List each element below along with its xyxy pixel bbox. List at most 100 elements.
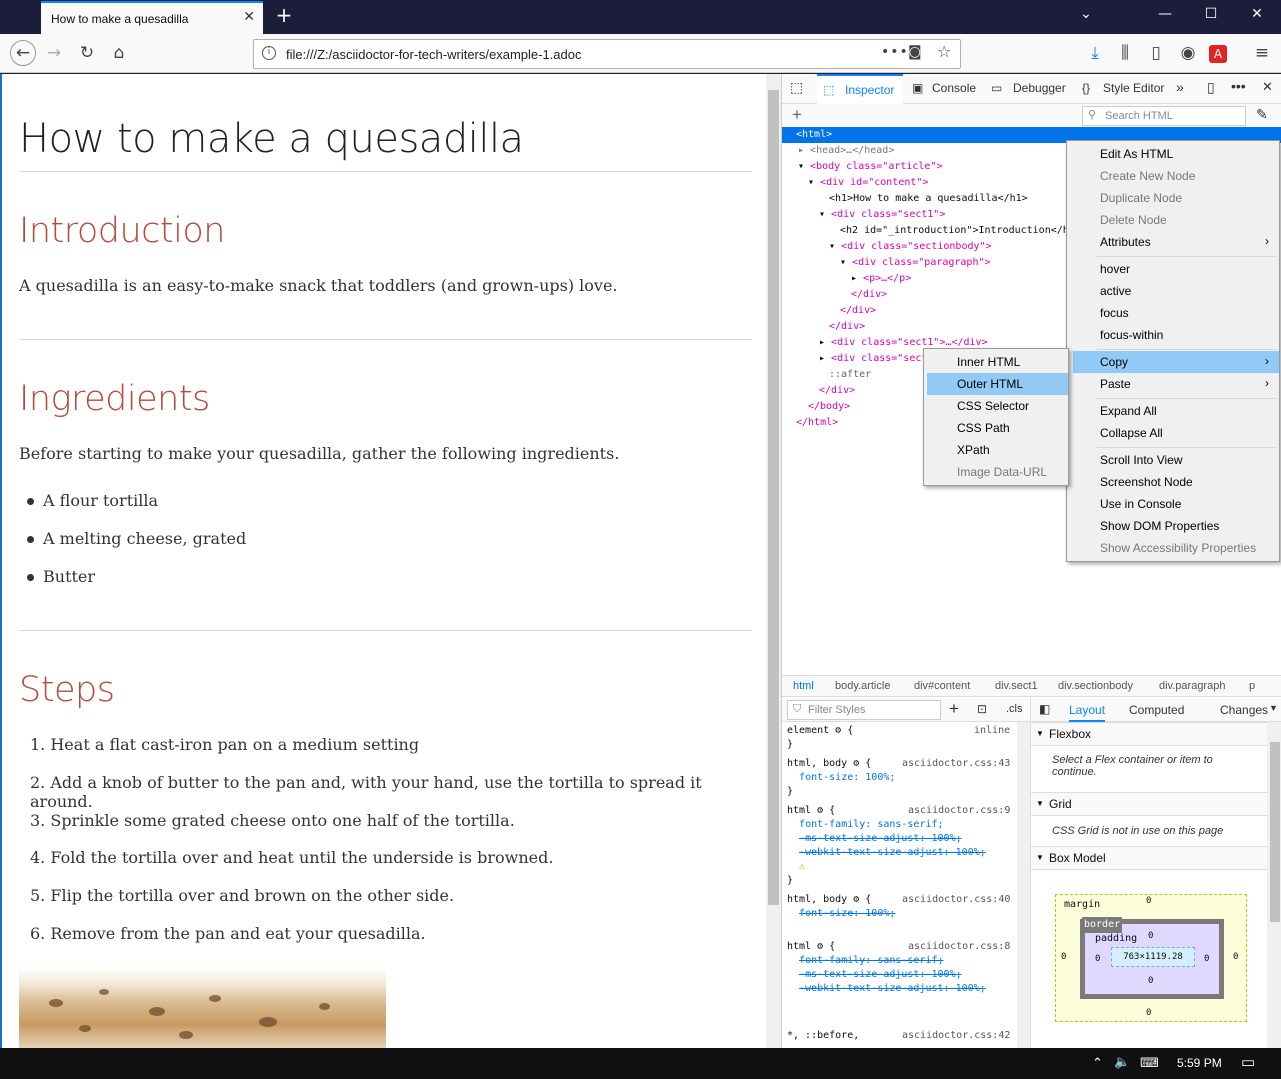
markup-node[interactable]: ::after xyxy=(829,367,871,383)
markup-node[interactable]: <h1>How to make a quesadilla</h1> xyxy=(829,191,1028,207)
page-actions-icon[interactable]: ••• xyxy=(881,44,909,60)
css-rule[interactable]: html, body ⚙ {asciidoctor.css:43 font-si… xyxy=(787,757,1010,799)
menu-item-expand-all[interactable]: Expand All xyxy=(1067,400,1279,422)
box-model-content-size[interactable]: 763×1119.28 xyxy=(1111,947,1195,967)
page-scrollbar[interactable] xyxy=(766,74,781,1048)
menu-item-scroll-into-view[interactable]: Scroll Into View xyxy=(1067,449,1279,471)
tab-debugger[interactable]: Debugger xyxy=(1013,81,1066,95)
reload-icon[interactable]: ↻ xyxy=(75,42,99,66)
pocket-icon[interactable]: ◙ xyxy=(908,44,922,60)
box-model-margin[interactable]: margin 0 0 0 0 border padding 0 0 0 0 76… xyxy=(1055,894,1247,1022)
markup-node[interactable]: ▾ <div class="sect1"> xyxy=(819,207,945,223)
minimize-button[interactable]: — xyxy=(1150,6,1180,28)
menu-item-delete-node[interactable]: Delete Node xyxy=(1067,209,1279,231)
breadcrumb-item[interactable]: div#content xyxy=(914,680,970,692)
asciidoctor-extension-icon[interactable]: A xyxy=(1209,45,1227,63)
maximize-button[interactable]: ☐ xyxy=(1196,6,1226,28)
menu-item-collapse-all[interactable]: Collapse All xyxy=(1067,422,1279,444)
menu-item-duplicate-node[interactable]: Duplicate Node xyxy=(1067,187,1279,209)
menu-item-screenshot-node[interactable]: Screenshot Node xyxy=(1067,471,1279,493)
markup-node[interactable]: <html> xyxy=(796,127,832,143)
tab-changes[interactable]: Changes xyxy=(1220,703,1268,717)
menu-item-show-dom-properties[interactable]: Show DOM Properties xyxy=(1067,515,1279,537)
menu-item-active[interactable]: active xyxy=(1067,280,1279,302)
markup-node[interactable]: ▾ <div class="sectionbody"> xyxy=(829,239,992,255)
markup-node[interactable]: ▸ <p>…</p> xyxy=(851,271,911,287)
breadcrumb-item[interactable]: div.sectionbody xyxy=(1058,680,1133,692)
css-rule[interactable]: html, body ⚙ {asciidoctor.css:40 font-si… xyxy=(787,893,1010,921)
markup-node[interactable]: </div> xyxy=(851,287,887,303)
info-icon[interactable]: i xyxy=(262,46,276,60)
tab-computed[interactable]: Computed xyxy=(1129,703,1184,717)
breadcrumb-item[interactable]: p xyxy=(1249,680,1255,692)
layout-scrollbar[interactable] xyxy=(1267,722,1281,1048)
search-html-input[interactable]: ⚲ Search HTML xyxy=(1082,106,1246,126)
css-rule[interactable]: *, ::before, asciidoctor.css:42 xyxy=(787,1029,1010,1043)
breadcrumb-item[interactable]: div.sect1 xyxy=(995,680,1038,692)
keyboard-icon[interactable]: ⌨ xyxy=(1140,1055,1159,1071)
menu-item-hover[interactable]: hover xyxy=(1067,258,1279,280)
menu-item-inner-html[interactable]: Inner HTML xyxy=(924,351,1068,373)
eyedropper-icon[interactable]: ✎ xyxy=(1256,106,1268,123)
rules-scrollbar[interactable] xyxy=(1017,722,1030,1048)
chevron-up-icon[interactable]: ⌃ xyxy=(1092,1055,1103,1071)
scrollbar-thumb[interactable] xyxy=(768,90,779,905)
breadcrumb-item[interactable]: div.paragraph xyxy=(1159,680,1225,692)
tab-inspector[interactable]: ⬚ Inspector xyxy=(817,74,903,104)
close-devtools-icon[interactable]: ✕ xyxy=(1262,79,1273,95)
menu-item-css-path[interactable]: CSS Path xyxy=(924,417,1068,439)
breadcrumb-item[interactable]: html xyxy=(793,680,814,692)
toggle-sidebar-icon[interactable]: ◧ xyxy=(1039,702,1050,716)
markup-node[interactable]: </html> xyxy=(796,415,838,431)
css-rule[interactable]: html ⚙ {asciidoctor.css:9 font-family: s… xyxy=(787,804,1010,888)
markup-node[interactable]: ▾ <div class="paragraph"> xyxy=(840,255,991,271)
volume-icon[interactable]: 🔈 xyxy=(1114,1054,1130,1070)
menu-item-use-in-console[interactable]: Use in Console xyxy=(1067,493,1279,515)
chevron-down-icon[interactable]: ▼ xyxy=(1269,703,1278,713)
menu-icon[interactable]: ≡ xyxy=(1250,42,1274,66)
flexbox-section[interactable]: ▼ Flexbox xyxy=(1031,722,1267,746)
markup-node[interactable]: </div> xyxy=(819,383,855,399)
element-picker-icon[interactable]: ⬚ xyxy=(790,79,803,96)
menu-item-focus[interactable]: focus xyxy=(1067,302,1279,324)
browser-tab[interactable]: How to make a quesadilla ✕ xyxy=(41,1,263,34)
tab-style-editor[interactable]: Style Editor xyxy=(1103,81,1164,95)
breadcrumb-item[interactable]: body.article xyxy=(835,680,890,692)
menu-item-copy[interactable]: Copy › xyxy=(1073,351,1279,373)
notification-icon[interactable]: ▭ xyxy=(1241,1053,1255,1071)
markup-node[interactable]: </div> xyxy=(829,319,865,335)
markup-node[interactable]: ▸ <div class="sect xyxy=(819,351,927,367)
grid-section[interactable]: ▼ Grid xyxy=(1031,792,1267,816)
menu-item-show-accessibility-properties[interactable]: Show Accessibility Properties xyxy=(1067,537,1279,559)
close-tab-icon[interactable]: ✕ xyxy=(243,9,255,25)
bookmark-star-icon[interactable]: ☆ xyxy=(937,42,951,61)
markup-node[interactable]: </body> xyxy=(808,399,850,415)
overflow-menu-icon[interactable]: ••• xyxy=(1231,78,1246,94)
menu-item-attributes[interactable]: Attributes › xyxy=(1067,231,1279,253)
cls-button[interactable]: .cls xyxy=(1006,703,1023,715)
box-model-border[interactable]: border padding 0 0 0 0 763×1119.28 xyxy=(1080,917,1224,999)
menu-item-focus-within[interactable]: focus-within xyxy=(1067,324,1279,346)
home-icon[interactable]: ⌂ xyxy=(107,42,131,66)
filter-styles-input[interactable]: ⛉ Filter Styles xyxy=(787,700,941,720)
markup-node[interactable]: ▸ <head>…</head> xyxy=(798,143,894,159)
download-icon[interactable]: ⤓ xyxy=(1083,42,1107,66)
menu-item-image-data-url[interactable]: Image Data-URL xyxy=(924,461,1068,483)
more-tools-icon[interactable]: » xyxy=(1176,79,1184,95)
menu-item-xpath[interactable]: XPath xyxy=(924,439,1068,461)
menu-item-edit-as-html[interactable]: Edit As HTML xyxy=(1067,143,1279,165)
library-icon[interactable]: ⫼ xyxy=(1113,42,1137,66)
back-arrow-icon[interactable]: ← xyxy=(10,40,36,66)
sidebar-icon[interactable]: ▯ xyxy=(1144,42,1168,66)
add-node-icon[interactable]: + xyxy=(792,105,802,125)
url-bar[interactable]: i file:///Z:/asciidoctor-for-tech-writer… xyxy=(253,39,961,69)
menu-item-paste[interactable]: Paste › xyxy=(1067,373,1279,395)
markup-node[interactable]: <h2 id="_introduction">Introduction</h xyxy=(840,223,1069,239)
account-icon[interactable]: ◉ xyxy=(1176,42,1200,66)
new-tab-button[interactable]: + xyxy=(272,4,296,28)
clock[interactable]: 5:59 PM xyxy=(1177,1056,1222,1070)
css-rule[interactable]: html ⚙ {asciidoctor.css:8 font-family: s… xyxy=(787,940,1010,996)
close-window-button[interactable]: ✕ xyxy=(1242,6,1272,28)
markup-node[interactable]: ▾ <body class="article"> xyxy=(798,159,943,175)
dock-icon[interactable]: ▯ xyxy=(1207,79,1215,96)
